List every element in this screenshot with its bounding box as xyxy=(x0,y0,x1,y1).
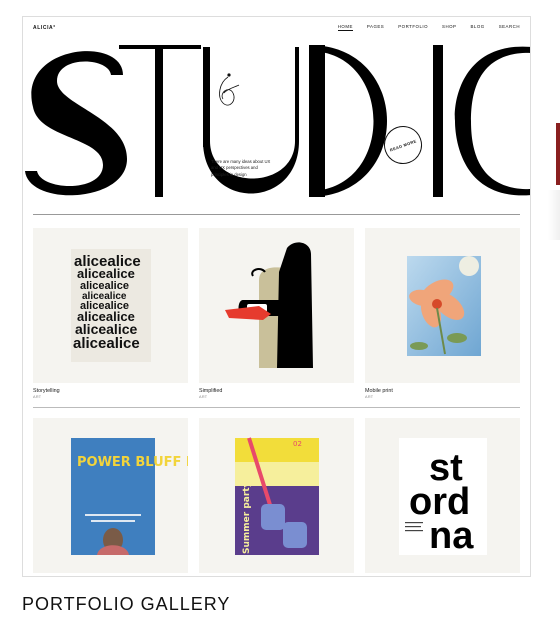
nav-blog[interactable]: BLOG xyxy=(470,24,484,31)
alice-poster-art: alicealice alicealice alicealice aliceal… xyxy=(73,253,141,352)
card-caption[interactable]: Storytelling xyxy=(33,388,188,394)
card-tile[interactable]: 02 Summer party xyxy=(199,418,354,573)
flower-photo xyxy=(407,256,481,356)
portfolio-card-storytelling[interactable]: alicealice alicealice alicealice aliceal… xyxy=(33,228,188,399)
nav-home[interactable]: HOME xyxy=(337,24,353,31)
svg-text:alicealice: alicealice xyxy=(77,266,135,281)
simplified-illustration xyxy=(225,242,313,368)
summer-party-poster: 02 Summer party xyxy=(235,437,319,555)
card-tile[interactable]: POWER BLUFF FLOWERS xyxy=(33,418,188,573)
card-category: ART xyxy=(365,395,374,399)
divider xyxy=(33,214,520,215)
svg-text:alicealice: alicealice xyxy=(73,335,140,352)
card-tile[interactable] xyxy=(199,228,354,383)
card-tile[interactable]: st ord na xyxy=(365,418,520,573)
hero-intro-text: There are many ideas about UX and UX per… xyxy=(211,159,271,177)
card-category: ART xyxy=(199,395,208,399)
svg-text:na: na xyxy=(429,515,474,557)
poster-title: Summer party xyxy=(242,481,252,554)
storda-poster: st ord na xyxy=(399,438,487,557)
nav-search[interactable]: SEARCH xyxy=(499,24,520,31)
power-bluff-poster: POWER BLUFF FLOWERS xyxy=(71,438,188,555)
hero-section: There are many ideas about UX and UX per… xyxy=(23,41,530,203)
portfolio-card-simplified[interactable]: Simplified ART xyxy=(199,228,354,399)
side-edge-shadow xyxy=(548,190,560,240)
poster-number: 02 xyxy=(293,440,302,448)
card-category: ART xyxy=(33,395,42,399)
card-caption[interactable]: Mobile print xyxy=(365,388,520,394)
card-tile[interactable]: alicealice alicealice alicealice aliceal… xyxy=(33,228,188,383)
portfolio-card-summer-party[interactable]: 02 Summer party xyxy=(199,418,354,573)
portfolio-card-mobile-print[interactable]: Mobile print ART xyxy=(365,228,520,399)
portfolio-card-storda[interactable]: st ord na xyxy=(365,418,520,573)
row-divider xyxy=(33,407,520,408)
poster-title: POWER BLUFF FLOWERS xyxy=(77,455,188,470)
nav-pages[interactable]: PAGES xyxy=(367,24,384,31)
site-logo[interactable]: ALICIA° xyxy=(33,25,56,31)
portfolio-card-power-bluff[interactable]: POWER BLUFF FLOWERS xyxy=(33,418,188,573)
main-nav: HOME PAGES PORTFOLIO SHOP BLOG SEARCH xyxy=(337,24,520,31)
card-tile[interactable] xyxy=(365,228,520,383)
side-edge-accent xyxy=(556,123,560,185)
website-preview: ALICIA° HOME PAGES PORTFOLIO SHOP BLOG S… xyxy=(22,16,531,577)
card-caption[interactable]: Simplified xyxy=(199,388,354,394)
hero-studio-wordmark xyxy=(25,45,530,197)
nav-portfolio[interactable]: PORTFOLIO xyxy=(398,24,428,31)
alice-typography-poster: alicealice alicealice alicealice aliceal… xyxy=(71,249,151,362)
read-more-label: READ MORE xyxy=(388,137,418,153)
nav-shop[interactable]: SHOP xyxy=(442,24,456,31)
page-title: PORTFOLIO GALLERY xyxy=(22,594,231,614)
